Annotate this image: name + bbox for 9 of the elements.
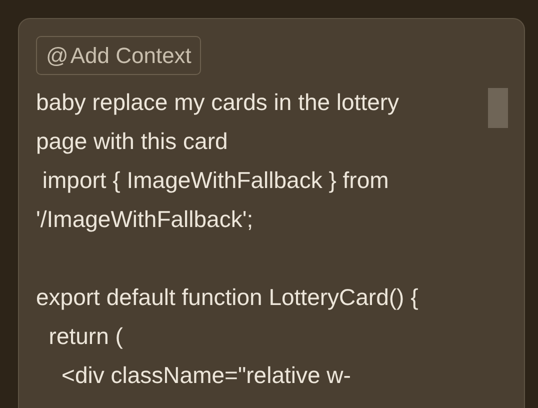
message-line: page with this card	[36, 127, 228, 156]
message-line: import { ImageWithFallback } from	[41, 166, 389, 195]
message-line: export default function LotteryCard() {	[36, 283, 418, 312]
text-cursor	[488, 88, 508, 128]
add-context-button[interactable]: @Add Context	[36, 36, 202, 75]
message-line: return (	[48, 322, 123, 351]
message-line: '/ImageWithFallback';	[36, 205, 254, 234]
message-line: baby replace my cards in the lottery	[36, 88, 400, 117]
message-line: <div className="relative w-	[60, 361, 351, 390]
